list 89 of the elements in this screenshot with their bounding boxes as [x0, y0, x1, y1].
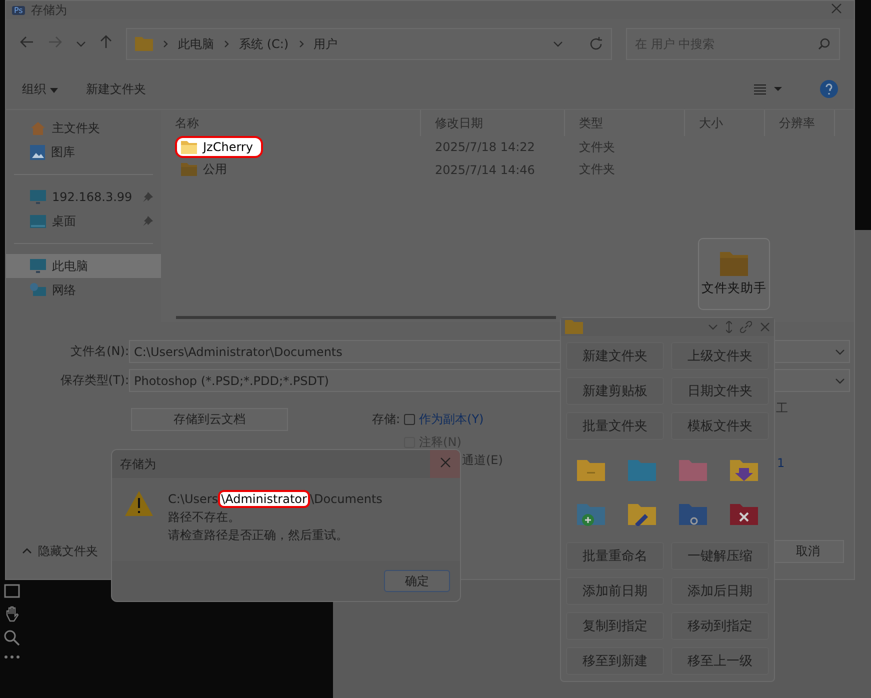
- table-cell-text: 2025/7/14 14:46: [434, 162, 536, 176]
- table-cell-text: 文件夹: [578, 161, 616, 178]
- chevron-up-icon: [22, 548, 32, 554]
- partial-text: 1: [777, 456, 785, 470]
- address-bar[interactable]: 此电脑 系统 (C:) 用户: [126, 28, 612, 60]
- table-cell-text: 文件夹: [578, 138, 616, 156]
- chevron-down-icon[interactable]: [835, 348, 845, 354]
- cancel-button[interactable]: 取消: [772, 540, 844, 562]
- file-name[interactable]: 公用: [175, 157, 237, 182]
- helper-action-button[interactable]: 移动到指定: [671, 612, 769, 640]
- monitor-icon: [30, 190, 46, 204]
- file-name[interactable]: JzCherry: [175, 136, 263, 158]
- message-text: 请检查路径是否正确，然后重试。: [168, 527, 349, 544]
- chevron-right-icon: [163, 40, 168, 48]
- folder-icon: [181, 140, 197, 154]
- helper-action-button[interactable]: 上级文件夹: [671, 342, 769, 370]
- folder-icon: [181, 163, 197, 176]
- close-icon: [831, 3, 842, 14]
- breadcrumb-item[interactable]: 用户: [314, 36, 338, 52]
- filename-label: 文件名(N):: [70, 343, 129, 360]
- chevron-down-icon[interactable]: [835, 378, 845, 384]
- sidebar-item[interactable]: 桌面: [6, 209, 161, 233]
- app-badge: Ps: [12, 6, 25, 14]
- column-header[interactable]: 类型: [565, 110, 685, 136]
- helper-action-button[interactable]: 一键解压缩: [671, 542, 769, 570]
- zoom-tool-icon[interactable]: [4, 630, 20, 646]
- folder-icon: [565, 320, 583, 334]
- path-text: C:\Users: [168, 492, 218, 506]
- path-text: \Documents: [310, 492, 382, 506]
- column-header[interactable]: 大小: [685, 110, 765, 136]
- organize-menu[interactable]: 组织: [22, 80, 58, 98]
- more-tools-icon[interactable]: [4, 654, 20, 660]
- dialog-title: 存储为: [120, 456, 156, 472]
- file-type-label: 保存类型(T):: [59, 372, 129, 389]
- view-options-icon[interactable]: [754, 83, 784, 95]
- monitor-icon: [30, 258, 46, 274]
- checkbox[interactable]: [404, 414, 416, 425]
- helper-action-button[interactable]: 批量文件夹: [566, 412, 664, 440]
- helper-action-button[interactable]: 批量重命名: [566, 542, 664, 570]
- close-icon: [440, 457, 450, 468]
- chevron-down-icon[interactable]: [76, 41, 86, 47]
- refresh-icon[interactable]: [589, 37, 603, 51]
- sidebar-item[interactable]: 此电脑: [6, 254, 161, 278]
- message-text: 路径不存在。: [168, 509, 241, 526]
- new-folder-button[interactable]: 新建文件夹: [86, 80, 146, 98]
- sidebar-item[interactable]: 图库: [6, 140, 161, 164]
- warning-icon: [124, 490, 154, 517]
- folder-helper-button[interactable]: 文件夹助手: [698, 238, 770, 310]
- ok-button[interactable]: 确定: [384, 570, 450, 592]
- save-label: 存储:: [372, 411, 400, 428]
- sidebar-item[interactable]: 主文件夹: [6, 116, 161, 140]
- folder-icon: [135, 37, 153, 51]
- highlighted-path-text: \Administrator: [218, 490, 310, 508]
- column-header[interactable]: 分辨率: [765, 110, 835, 136]
- link-icon[interactable]: [740, 321, 752, 333]
- network-icon: [30, 282, 46, 298]
- chevron-down-icon[interactable]: [708, 324, 718, 330]
- picture-icon: [30, 144, 45, 160]
- helper-action-button[interactable]: 复制到指定: [566, 612, 664, 640]
- save-to-cloud-button[interactable]: 存储到云文档: [131, 408, 288, 431]
- checkbox-label[interactable]: 作为副本(Y): [419, 411, 484, 428]
- desktop-icon: [30, 214, 46, 228]
- chevron-down-icon[interactable]: [553, 41, 563, 47]
- breadcrumb-item[interactable]: 此电脑: [178, 36, 214, 52]
- sidebar-item[interactable]: 192.168.3.99: [6, 185, 161, 209]
- help-icon[interactable]: [820, 80, 838, 98]
- marquee-tool-icon[interactable]: [4, 584, 20, 598]
- helper-action-button[interactable]: 移至到新建: [566, 647, 664, 675]
- resize-icon[interactable]: [726, 321, 732, 333]
- caret-icon: [50, 88, 58, 92]
- hand-tool-icon[interactable]: [4, 606, 20, 622]
- close-icon[interactable]: [760, 322, 770, 332]
- helper-action-button[interactable]: 日期文件夹: [671, 377, 769, 405]
- helper-action-button[interactable]: 添加前日期: [566, 577, 664, 605]
- hide-folders-toggle[interactable]: 隐藏文件夹: [16, 542, 104, 560]
- helper-action-button[interactable]: 新建文件夹: [566, 342, 664, 370]
- chevron-right-icon: [298, 40, 304, 48]
- helper-action-button[interactable]: 添加后日期: [671, 577, 769, 605]
- sidebar-item[interactable]: 网络: [6, 278, 161, 302]
- chevron-right-icon: [224, 40, 229, 48]
- home-icon: [30, 120, 46, 136]
- table-cell-text: 2025/7/18 14:22: [434, 140, 536, 154]
- breadcrumb-item[interactable]: 系统 (C:): [239, 36, 289, 52]
- helper-action-button[interactable]: 模板文件夹: [671, 412, 769, 440]
- folder-icon: [720, 252, 748, 276]
- search-icon: [818, 38, 830, 50]
- helper-action-button[interactable]: 移至上一级: [671, 647, 769, 675]
- helper-action-button[interactable]: 新建剪贴板: [566, 377, 664, 405]
- close-button[interactable]: [430, 450, 460, 478]
